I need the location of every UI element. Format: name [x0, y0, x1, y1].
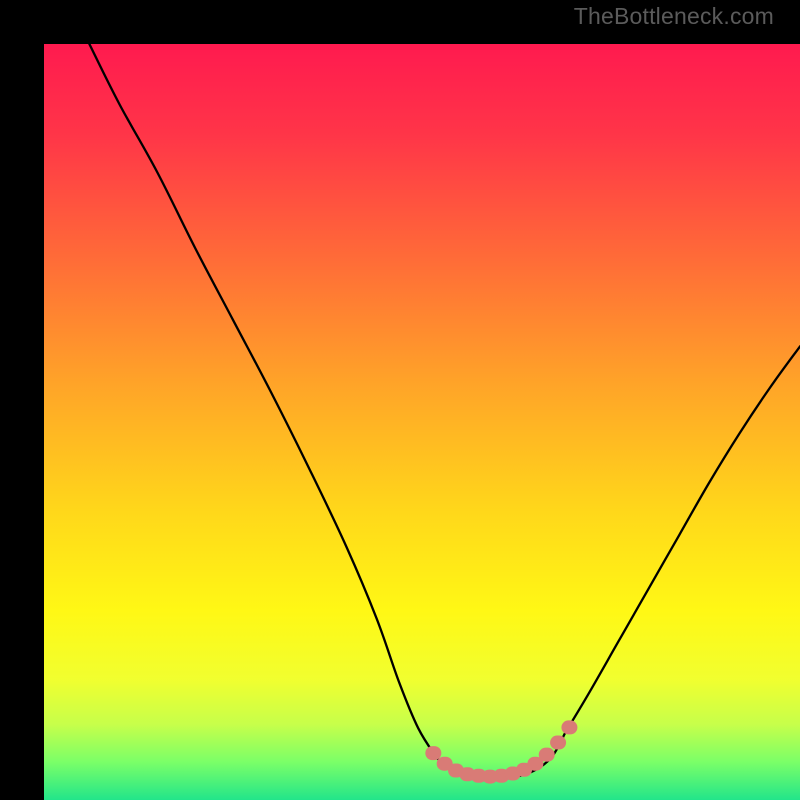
valley-marker [425, 746, 441, 760]
curve-left-branch [89, 44, 437, 758]
watermark-text: TheBottleneck.com [574, 3, 774, 30]
special-marker-dot [563, 721, 576, 734]
valley-marker [539, 748, 555, 762]
plot-area [44, 44, 800, 800]
curve-right-branch [566, 346, 800, 732]
valley-marker [550, 736, 566, 750]
chart-frame [0, 0, 800, 800]
chart-curve-layer [44, 44, 800, 800]
